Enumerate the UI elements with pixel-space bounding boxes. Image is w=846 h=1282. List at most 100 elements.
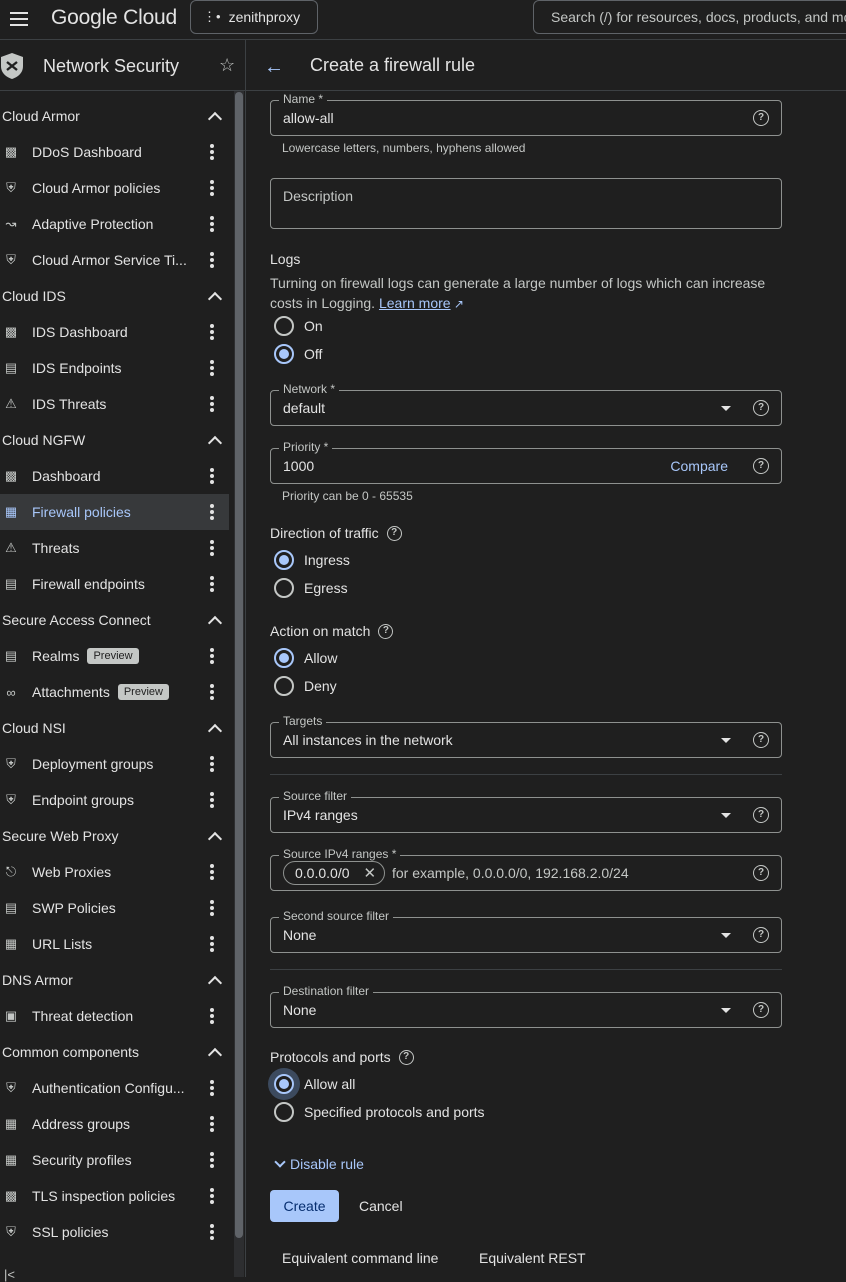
sidebar-section[interactable]: Secure Access Connect <box>0 602 232 638</box>
targets-select[interactable]: Targets All instances in the network ? <box>270 714 782 758</box>
help-icon[interactable]: ? <box>753 458 769 474</box>
more-options-icon[interactable] <box>206 180 218 196</box>
more-options-icon[interactable] <box>206 936 218 952</box>
equivalent-rest-link[interactable]: Equivalent REST <box>479 1250 586 1266</box>
priority-field[interactable]: Priority * 1000 Compare ? <box>270 440 782 484</box>
sidebar-item[interactable]: ▦ Address groups <box>0 1106 232 1142</box>
help-icon[interactable]: ? <box>398 1049 414 1065</box>
sidebar-section[interactable]: Cloud Armor <box>0 98 232 134</box>
more-options-icon[interactable] <box>206 1008 218 1024</box>
sidebar-item[interactable]: ▦ Security profiles <box>0 1142 232 1178</box>
sidebar-item[interactable]: ⛨ SSL policies <box>0 1214 232 1250</box>
more-options-icon[interactable] <box>206 792 218 808</box>
more-options-icon[interactable] <box>206 864 218 880</box>
sidebar-item[interactable]: ⛨ Authentication Configu... <box>0 1070 232 1106</box>
sidebar-section[interactable]: Common components <box>0 1034 232 1070</box>
sidebar-item[interactable]: ▤ Realms Preview <box>0 638 232 674</box>
more-options-icon[interactable] <box>206 684 218 700</box>
sidebar-item[interactable]: ⛨ Cloud Armor policies <box>0 170 232 206</box>
more-options-icon[interactable] <box>206 1116 218 1132</box>
sidebar-item[interactable]: ⚠ IDS Threats <box>0 386 232 422</box>
sidebar-item[interactable]: ▤ SWP Policies <box>0 890 232 926</box>
remove-chip-icon[interactable]: ✕ <box>364 864 377 882</box>
specified-protocols-radio[interactable]: Specified protocols and ports <box>274 1102 485 1122</box>
sidebar-item[interactable]: ⎋ Web Proxies <box>0 854 232 890</box>
more-options-icon[interactable] <box>206 252 218 268</box>
ingress-radio[interactable]: Ingress <box>274 550 350 570</box>
sidebar-item[interactable]: ▩ TLS inspection policies <box>0 1178 232 1214</box>
sidebar-scrollbar[interactable] <box>234 91 244 1277</box>
more-options-icon[interactable] <box>206 756 218 772</box>
help-icon[interactable]: ? <box>753 110 769 126</box>
source-ranges-field[interactable]: Source IPv4 ranges * 0.0.0.0/0 ✕ for exa… <box>270 847 782 891</box>
sidebar-item[interactable]: ▦ URL Lists <box>0 926 232 962</box>
collapse-sidebar-icon[interactable]: |< <box>4 1267 15 1282</box>
sidebar-item[interactable]: ⛨ Endpoint groups <box>0 782 232 818</box>
more-options-icon[interactable] <box>206 396 218 412</box>
more-options-icon[interactable] <box>206 216 218 232</box>
star-icon[interactable]: ☆ <box>219 55 235 76</box>
sidebar-item[interactable]: ▤ Firewall endpoints <box>0 566 232 602</box>
more-options-icon[interactable] <box>206 540 218 556</box>
more-options-icon[interactable] <box>206 468 218 484</box>
compare-button[interactable]: Compare <box>670 458 728 474</box>
sidebar-item[interactable]: ▩ IDS Dashboard <box>0 314 232 350</box>
google-cloud-logo[interactable]: Google Cloud <box>51 6 177 30</box>
back-arrow-icon[interactable]: ← <box>264 56 284 79</box>
deny-radio[interactable]: Deny <box>274 676 337 696</box>
help-icon[interactable]: ? <box>753 400 769 416</box>
cancel-button[interactable]: Cancel <box>359 1198 403 1214</box>
learn-more-link[interactable]: Learn more <box>379 295 451 311</box>
more-options-icon[interactable] <box>206 1152 218 1168</box>
sidebar-section[interactable]: Secure Web Proxy <box>0 818 232 854</box>
name-field[interactable]: Name * allow-all ? <box>270 92 782 136</box>
equivalent-command-line-link[interactable]: Equivalent command line <box>282 1250 438 1266</box>
menu-icon[interactable] <box>8 8 30 30</box>
source-filter-select[interactable]: Source filter IPv4 ranges ? <box>270 789 782 833</box>
help-icon[interactable]: ? <box>753 732 769 748</box>
more-options-icon[interactable] <box>206 324 218 340</box>
destination-filter-select[interactable]: Destination filter None ? <box>270 984 782 1028</box>
sidebar-item[interactable]: ▩ DDoS Dashboard <box>0 134 232 170</box>
more-options-icon[interactable] <box>206 360 218 376</box>
allow-all-radio[interactable]: Allow all <box>274 1074 355 1094</box>
create-button[interactable]: Create <box>270 1190 339 1222</box>
sidebar-item[interactable]: ↝ Adaptive Protection <box>0 206 232 242</box>
network-select[interactable]: Network * default ? <box>270 382 782 426</box>
sidebar-item[interactable]: ⛨ Deployment groups <box>0 746 232 782</box>
help-icon[interactable]: ? <box>378 623 394 639</box>
more-options-icon[interactable] <box>206 144 218 160</box>
search-input[interactable]: Search (/) for resources, docs, products… <box>533 0 846 34</box>
second-source-select[interactable]: Second source filter None ? <box>270 909 782 953</box>
sidebar-section[interactable]: Cloud NGFW <box>0 422 232 458</box>
more-options-icon[interactable] <box>206 504 218 520</box>
sidebar-item[interactable]: ⛨ Cloud Armor Service Ti... <box>0 242 232 278</box>
more-options-icon[interactable] <box>206 1188 218 1204</box>
project-selector[interactable]: ⋮• zenithproxy <box>190 0 318 34</box>
source-range-chip[interactable]: 0.0.0.0/0 ✕ <box>283 861 386 885</box>
sidebar-section[interactable]: Cloud NSI <box>0 710 232 746</box>
logs-on-radio[interactable]: On <box>274 316 323 336</box>
allow-radio[interactable]: Allow <box>274 648 337 668</box>
sidebar-item[interactable]: ▣ Threat detection <box>0 998 232 1034</box>
sidebar-item[interactable]: ∞ Attachments Preview <box>0 674 232 710</box>
help-icon[interactable]: ? <box>753 865 769 881</box>
more-options-icon[interactable] <box>206 576 218 592</box>
disable-rule-toggle[interactable]: Disable rule <box>274 1156 364 1172</box>
more-options-icon[interactable] <box>206 900 218 916</box>
sidebar-item[interactable]: ▤ IDS Endpoints <box>0 350 232 386</box>
sidebar-section[interactable]: DNS Armor <box>0 962 232 998</box>
more-options-icon[interactable] <box>206 1224 218 1240</box>
help-icon[interactable]: ? <box>753 927 769 943</box>
help-icon[interactable]: ? <box>753 1002 769 1018</box>
scrollbar-thumb[interactable] <box>235 92 243 1238</box>
more-options-icon[interactable] <box>206 648 218 664</box>
egress-radio[interactable]: Egress <box>274 578 348 598</box>
sidebar-item[interactable]: ⚠ Threats <box>0 530 232 566</box>
sidebar-item[interactable]: ▦ Firewall policies <box>0 494 229 530</box>
help-icon[interactable]: ? <box>386 525 402 541</box>
more-options-icon[interactable] <box>206 1080 218 1096</box>
sidebar-section[interactable]: Cloud IDS <box>0 278 232 314</box>
description-field[interactable]: Description <box>270 178 782 229</box>
help-icon[interactable]: ? <box>753 807 769 823</box>
